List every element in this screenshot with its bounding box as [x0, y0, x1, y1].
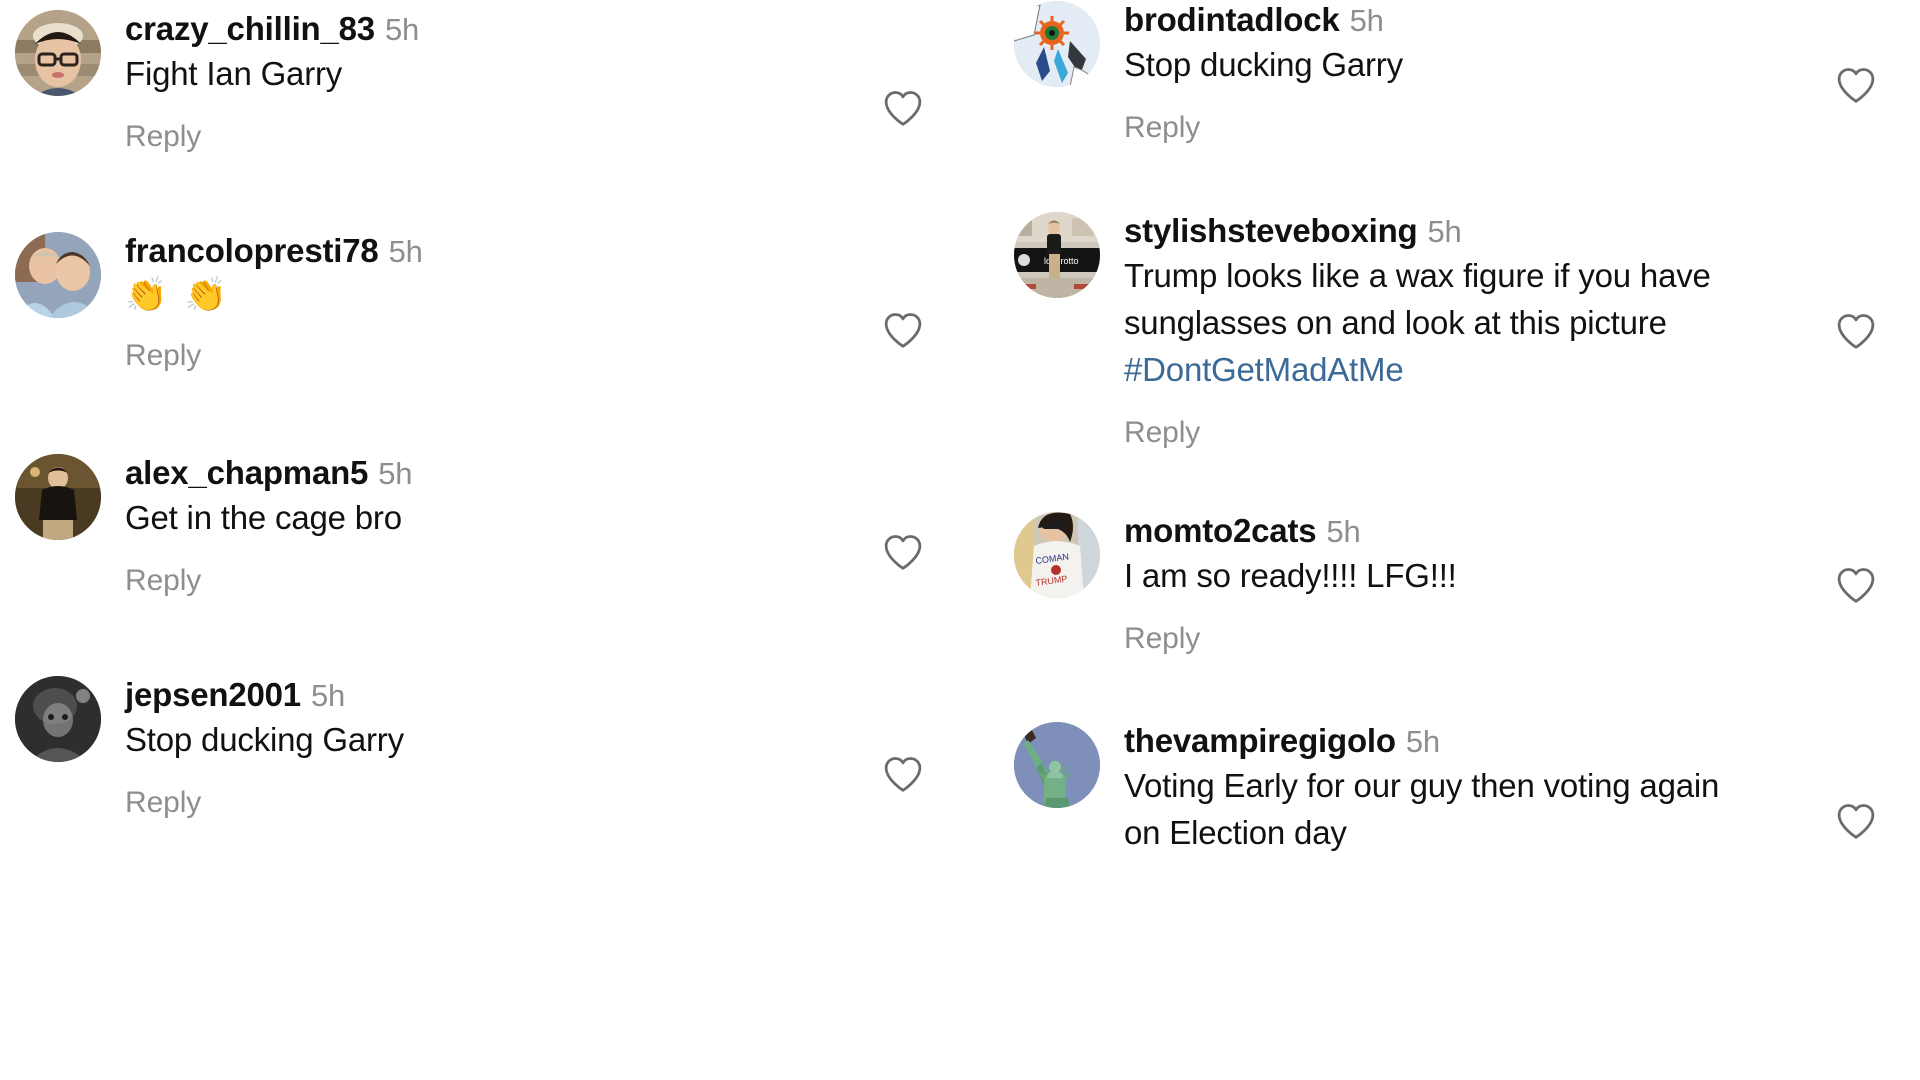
heart-outline-icon[interactable]: [1833, 308, 1879, 354]
comment-row: francolopresti78 5h 👏 👏 Reply: [0, 232, 1000, 373]
reply-button[interactable]: Reply: [125, 786, 201, 820]
comment-row: thevampiregigolo 5h Voting Early for our g…: [1000, 722, 1920, 857]
comment-timestamp: 5h: [388, 234, 423, 269]
comments-column-left: crazy_chillin_83 5h Fight Ian Garry Reply f…: [0, 0, 1000, 1080]
comment-header: momto2cats 5h: [1124, 512, 1724, 551]
avatar-momto2cats[interactable]: COMAN TRUMP: [1014, 512, 1100, 598]
comment-header: francolopresti78 5h: [125, 232, 825, 271]
avatar-brodintadlock[interactable]: [1014, 1, 1100, 87]
comment-timestamp: 5h: [1427, 214, 1462, 249]
avatar-francolopresti78[interactable]: [15, 232, 101, 318]
comment-body: brodintadlock 5h Stop ducking Garry Reply: [1100, 1, 1724, 145]
comment-stylishsteveboxing: ld Grotto stylishsteveboxing 5h Trump look…: [1000, 212, 1920, 450]
reply-button[interactable]: Reply: [1124, 111, 1200, 145]
comment-username[interactable]: stylishsteveboxing: [1124, 212, 1418, 249]
comment-username[interactable]: francolopresti78: [125, 232, 379, 269]
avatar-thevampiregigolo[interactable]: [1014, 722, 1100, 808]
avatar-stylishsteveboxing[interactable]: ld Grotto: [1014, 212, 1100, 298]
comment-timestamp: 5h: [1405, 724, 1440, 759]
comment-timestamp: 5h: [384, 12, 420, 47]
comment-text: Get in the cage bro: [125, 498, 402, 536]
comment-body: momto2cats 5h I am so ready!!!! LFG!!! Repl…: [1100, 512, 1724, 656]
comment-text: Stop ducking Garry: [125, 720, 404, 758]
comment-momto2cats: COMAN TRUMP momto2cats 5h I am so ready!!!…: [1000, 512, 1920, 656]
comment-timestamp: 5h: [378, 456, 413, 491]
comment-row: alex_chapman5 5h Get in the cage bro Reply: [0, 454, 1000, 598]
comment-header: alex_chapman5 5h: [125, 454, 825, 493]
comment-header: jepsen2001 5h: [125, 676, 825, 715]
comment-timestamp: 5h: [1326, 514, 1361, 549]
comment-jepsen2001: jepsen2001 5h Stop ducking Garry Reply: [0, 676, 1000, 820]
heart-outline-icon[interactable]: [880, 307, 926, 353]
comment-row: crazy_chillin_83 5h Fight Ian Garry Reply: [0, 10, 1000, 154]
reply-button[interactable]: Reply: [125, 339, 201, 373]
comment-username[interactable]: momto2cats: [1124, 512, 1317, 549]
comment-header: thevampiregigolo 5h: [1124, 722, 1724, 761]
comment-body: francolopresti78 5h 👏 👏 Reply: [101, 232, 825, 373]
comment-body: thevampiregigolo 5h Voting Early for our g…: [1100, 722, 1724, 857]
comment-timestamp: 5h: [310, 678, 346, 713]
comment-thevampiregigolo: thevampiregigolo 5h Voting Early for our g…: [1000, 722, 1920, 857]
comment-username[interactable]: thevampiregigolo: [1124, 722, 1396, 759]
comment-francolopresti78: francolopresti78 5h 👏 👏 Reply: [0, 232, 1000, 373]
heart-outline-icon[interactable]: [1833, 562, 1879, 608]
comment-row: COMAN TRUMP momto2cats 5h I am so ready!!!…: [1000, 512, 1920, 656]
heart-outline-icon[interactable]: [1833, 798, 1879, 844]
heart-outline-icon[interactable]: [1833, 62, 1879, 108]
comment-crazy_chillin_83: crazy_chillin_83 5h Fight Ian Garry Reply: [0, 10, 1000, 154]
comment-text: 👏 👏: [125, 275, 232, 314]
comment-text: Fight Ian Garry: [125, 54, 343, 92]
comment-body: crazy_chillin_83 5h Fight Ian Garry Reply: [101, 10, 825, 154]
avatar-jepsen2001[interactable]: [15, 676, 101, 762]
comment-text: Voting Early for our guy then voting aga…: [1124, 766, 1720, 851]
comment-username[interactable]: alex_chapman5: [125, 454, 368, 491]
heart-outline-icon[interactable]: [880, 529, 926, 575]
reply-button[interactable]: Reply: [1124, 622, 1200, 656]
avatar-crazy-chillin-83[interactable]: [15, 10, 101, 96]
comment-row: brodintadlock 5h Stop ducking Garry Reply: [1000, 1, 1920, 145]
comment-header: crazy_chillin_83 5h: [125, 10, 825, 49]
comment-body: alex_chapman5 5h Get in the cage bro Reply: [101, 454, 825, 598]
comment-username[interactable]: jepsen2001: [125, 676, 301, 713]
heart-outline-icon[interactable]: [880, 751, 926, 797]
comment-row: jepsen2001 5h Stop ducking Garry Reply: [0, 676, 1000, 820]
reply-button[interactable]: Reply: [125, 120, 201, 154]
comment-brodintadlock: brodintadlock 5h Stop ducking Garry Reply: [1000, 1, 1920, 145]
comment-text: Trump looks like a wax figure if you hav…: [1124, 253, 1724, 394]
comment-alex_chapman5: alex_chapman5 5h Get in the cage bro Reply: [0, 454, 1000, 598]
comment-row: ld Grotto stylishsteveboxing 5h Trump look…: [1000, 212, 1920, 450]
comment-timestamp: 5h: [1349, 3, 1384, 38]
reply-button[interactable]: Reply: [125, 564, 201, 598]
comment-body: jepsen2001 5h Stop ducking Garry Reply: [101, 676, 825, 820]
comment-username[interactable]: crazy_chillin_83: [125, 10, 375, 47]
comment-text: Stop ducking Garry: [1124, 45, 1403, 83]
comment-username[interactable]: brodintadlock: [1124, 1, 1340, 38]
comment-text: I am so ready!!!! LFG!!!: [1124, 556, 1457, 594]
comments-column-right: brodintadlock 5h Stop ducking Garry Reply l…: [1000, 0, 1920, 1080]
heart-outline-icon[interactable]: [880, 85, 926, 131]
comment-hashtag[interactable]: #DontGetMadAtMe: [1124, 351, 1404, 388]
comments-section: crazy_chillin_83 5h Fight Ian Garry Reply f…: [0, 0, 1920, 1080]
comment-header: stylishsteveboxing 5h: [1124, 212, 1724, 251]
comment-text-body: Trump looks like a wax figure if you hav…: [1124, 256, 1711, 341]
reply-button[interactable]: Reply: [1124, 416, 1200, 450]
comment-header: brodintadlock 5h: [1124, 1, 1724, 40]
comment-body: stylishsteveboxing 5h Trump looks like a w…: [1100, 212, 1724, 450]
avatar-alex-chapman5[interactable]: [15, 454, 101, 540]
